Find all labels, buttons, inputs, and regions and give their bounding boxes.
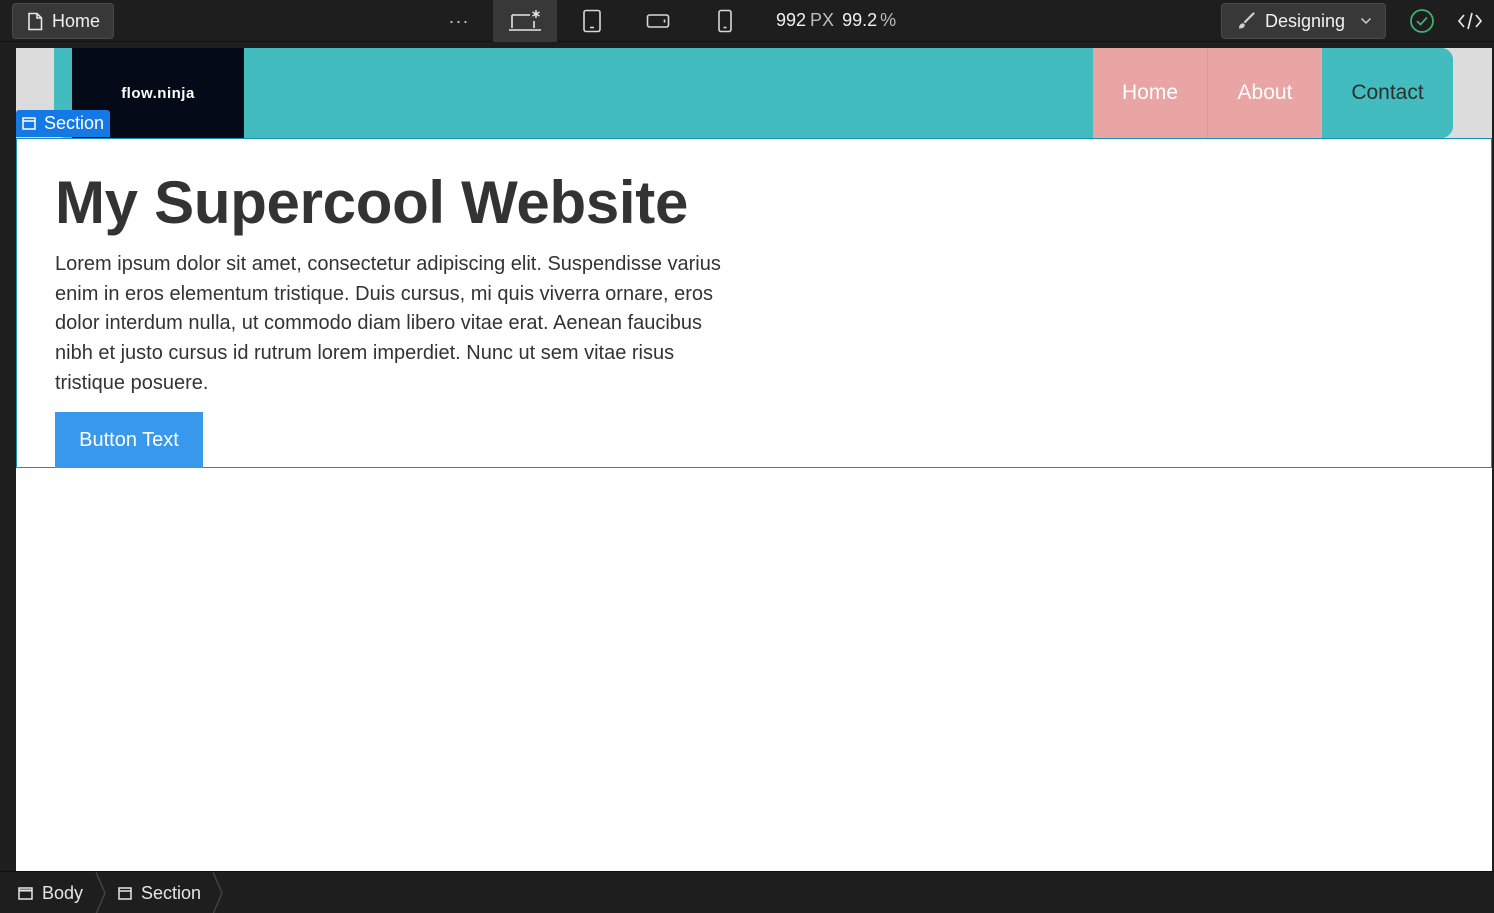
- breakpoint-desktop-base[interactable]: [493, 0, 557, 42]
- breadcrumb-label: Section: [141, 882, 202, 903]
- body-element-icon: [18, 886, 33, 900]
- element-breadcrumb: Body Section: [0, 871, 1494, 913]
- breakpoint-tablet[interactable]: [560, 0, 624, 42]
- breadcrumb-item-body[interactable]: Body: [18, 872, 83, 913]
- nav-link-home[interactable]: Home: [1093, 48, 1208, 138]
- chevron-right-icon: [212, 872, 223, 913]
- canvas-width-unit: PX: [810, 10, 835, 30]
- nav-link-contact[interactable]: Contact: [1322, 48, 1453, 138]
- mobile-landscape-icon: [646, 14, 670, 28]
- page-icon: [28, 12, 43, 30]
- mode-label: Designing: [1265, 10, 1346, 31]
- canvas-width-value: 992: [776, 10, 807, 30]
- hero-heading[interactable]: My Supercool Website: [55, 168, 688, 237]
- hero-cta-button[interactable]: Button Text: [55, 412, 203, 468]
- nav-link-about[interactable]: About: [1208, 48, 1322, 138]
- site-navbar[interactable]: flow.ninja Home About Contact: [54, 48, 1453, 138]
- page-selector-label: Home: [52, 10, 101, 31]
- breakpoint-mobile-portrait[interactable]: [693, 0, 757, 42]
- breadcrumb-label: Body: [42, 882, 84, 903]
- code-icon: [1457, 12, 1483, 30]
- hero-paragraph[interactable]: Lorem ipsum dolor sit amet, consectetur …: [55, 250, 735, 399]
- ellipsis-icon: ···: [448, 10, 470, 31]
- more-options-button[interactable]: ···: [427, 0, 491, 42]
- canvas-zoom-unit: %: [880, 10, 897, 30]
- section-element-icon: [22, 117, 36, 130]
- canvas-size-readout[interactable]: 992 PX 99.2%: [776, 10, 896, 31]
- mode-selector-button[interactable]: Designing: [1221, 3, 1386, 39]
- breadcrumb-item-section[interactable]: Section: [118, 872, 201, 913]
- publish-status-indicator[interactable]: [1409, 8, 1435, 34]
- nav-menu: Home About Contact: [1093, 48, 1453, 138]
- chevron-down-icon: [1361, 17, 1372, 25]
- canvas-zoom-value: 99.2: [842, 10, 878, 30]
- tablet-icon: [583, 9, 601, 33]
- mobile-portrait-icon: [718, 9, 732, 33]
- code-view-button[interactable]: [1456, 8, 1484, 34]
- check-circle-icon: [1410, 9, 1434, 33]
- page-selector-button[interactable]: Home: [12, 3, 114, 39]
- designer-toolbar: Home ··· 992 PX 99.2% Designing: [0, 0, 1494, 42]
- chevron-right-icon: [95, 872, 106, 913]
- breakpoint-mobile-landscape[interactable]: [626, 0, 690, 42]
- selected-element-badge[interactable]: Section: [16, 110, 111, 137]
- desktop-base-icon: [509, 10, 541, 31]
- brush-icon: [1239, 12, 1255, 29]
- selected-element-label: Section: [44, 113, 105, 133]
- design-canvas[interactable]: flow.ninja Home About Contact Section My…: [16, 48, 1492, 871]
- section-element-icon: [118, 886, 132, 900]
- brand-logo-text: flow.ninja: [121, 84, 195, 102]
